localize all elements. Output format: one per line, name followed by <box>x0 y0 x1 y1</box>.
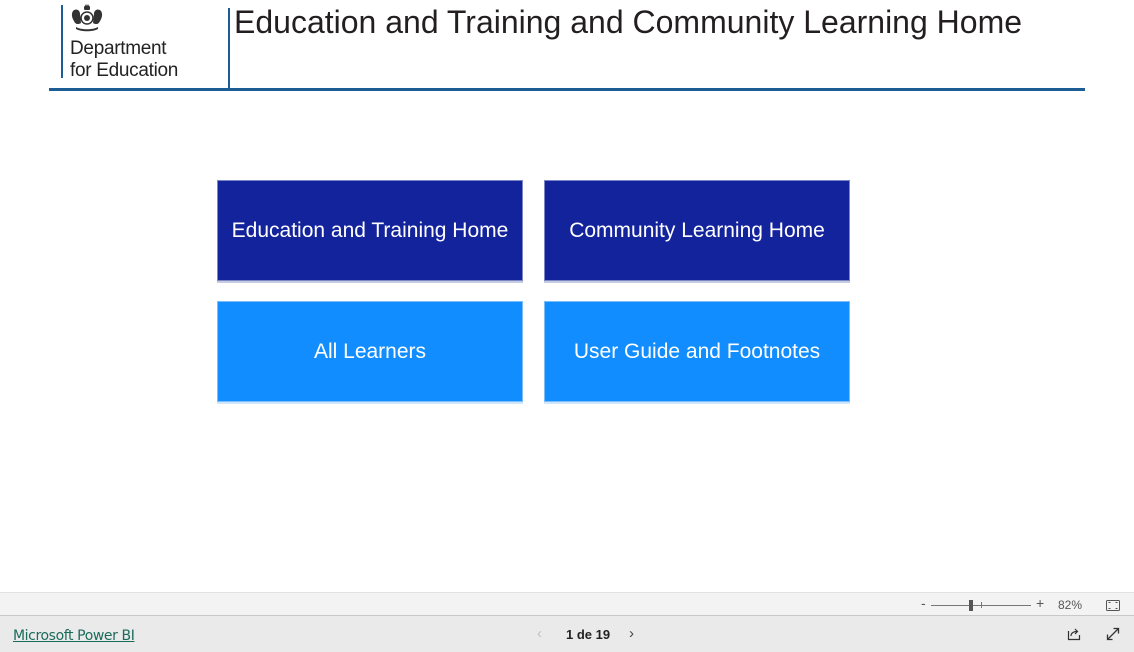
zoom-slider-thumb[interactable] <box>969 600 973 611</box>
community-learning-home-button[interactable]: Community Learning Home <box>544 180 850 283</box>
user-guide-and-footnotes-button[interactable]: User Guide and Footnotes <box>544 301 850 404</box>
all-learners-button[interactable]: All Learners <box>217 301 523 404</box>
button-label: All Learners <box>313 339 427 363</box>
zoom-bar: - + 82% <box>0 592 1134 616</box>
zoom-in-button[interactable]: + <box>1036 595 1044 611</box>
report-canvas: Department for Education Education and T… <box>0 0 1134 592</box>
button-label: User Guide and Footnotes <box>573 339 821 363</box>
page-title: Education and Training and Community Lea… <box>234 4 1023 40</box>
expand-icon[interactable] <box>1106 627 1120 641</box>
royal-coat-of-arms-icon <box>71 4 103 32</box>
button-label: Community Learning Home <box>569 218 825 242</box>
education-and-training-home-button[interactable]: Education and Training Home <box>217 180 523 283</box>
zoom-level-value: 82% <box>1058 598 1083 612</box>
chevron-left-icon[interactable]: ‹ <box>537 625 542 642</box>
logo-line-2: for Education <box>70 60 179 81</box>
logo-divider <box>61 5 63 78</box>
department-logo-text: Department for Education <box>70 38 178 82</box>
zoom-out-button[interactable]: - <box>921 595 926 611</box>
microsoft-power-bi-link[interactable]: Microsoft Power BI <box>13 628 135 644</box>
share-icon[interactable] <box>1067 627 1081 641</box>
button-label: Education and Training Home <box>231 218 509 242</box>
page-indicator: 1 de 19 <box>566 627 611 642</box>
header-underline <box>49 88 1085 91</box>
logo-line-1: Department <box>70 38 167 59</box>
fit-to-page-icon[interactable] <box>1106 600 1120 611</box>
footer-bar: Microsoft Power BI ‹ 1 de 19 › <box>0 616 1134 652</box>
chevron-right-icon[interactable]: › <box>629 625 634 642</box>
zoom-slider-default-tick <box>981 602 982 608</box>
title-divider <box>228 8 230 89</box>
